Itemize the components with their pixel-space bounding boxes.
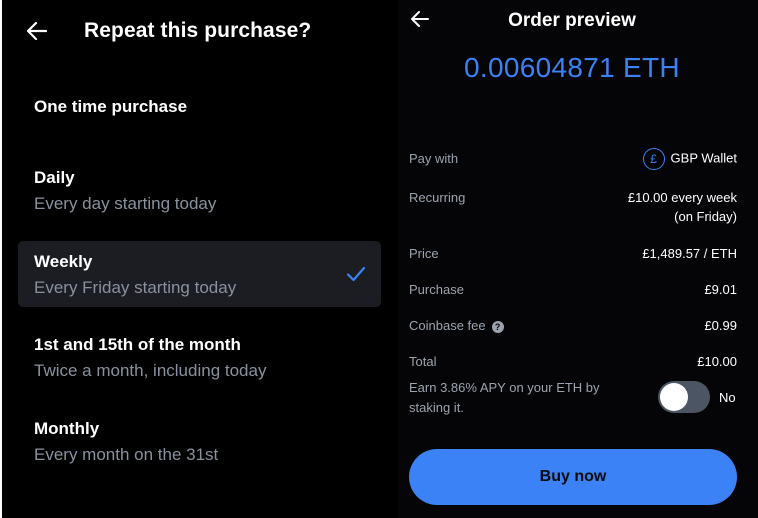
fee-label-text: Coinbase fee <box>409 318 486 333</box>
recurring-day: (on Friday) <box>674 209 737 224</box>
pound-wallet-icon: £ <box>642 148 665 170</box>
coinbase-fee-value: £0.99 <box>704 318 737 333</box>
price-value: £1,489.57 / ETH <box>642 246 737 261</box>
option-one-time[interactable]: One time purchase <box>18 74 381 140</box>
purchase-value: £9.01 <box>704 282 737 297</box>
page-title: Order preview <box>508 10 636 31</box>
option-monthly[interactable]: Monthly Every month on the 31st <box>18 408 381 474</box>
toggle-knob <box>660 383 688 411</box>
staking-text: Earn 3.86% APY on your ETH by staking it… <box>409 380 600 415</box>
staking-toggle[interactable] <box>658 381 710 413</box>
purchase-label: Purchase <box>409 282 464 297</box>
back-button[interactable] <box>24 18 50 44</box>
crypto-amount: 0.00604871 ETH <box>464 52 680 83</box>
total-label: Total <box>409 354 437 369</box>
recurring-amount: £10.00 every week <box>627 190 737 205</box>
option-title: Weekly <box>34 252 93 271</box>
order-preview-panel: Order preview 0.00604871 ETH Pay with £ G… <box>398 0 758 518</box>
total-value: £10.00 <box>697 354 737 369</box>
buy-now-button[interactable]: Buy now <box>409 449 737 505</box>
recurring-label: Recurring <box>409 190 466 205</box>
pay-with-value[interactable]: £ GBP Wallet <box>642 148 737 170</box>
price-label: Price <box>409 246 439 261</box>
option-weekly[interactable]: Weekly Every Friday starting today <box>18 241 381 307</box>
wallet-name: GBP Wallet <box>670 150 737 166</box>
option-1st-and-15th[interactable]: 1st and 15th of the month Twice a month,… <box>18 324 381 390</box>
recurring-value: £10.00 every week (on Friday) <box>628 188 737 226</box>
staking-toggle-label: No <box>719 390 736 405</box>
arrow-left-icon <box>27 22 47 40</box>
page-title: Repeat this purchase? <box>84 19 312 42</box>
frequency-panel: Repeat this purchase? One time purchase … <box>2 0 398 518</box>
coinbase-fee-label: Coinbase fee? <box>409 318 504 333</box>
option-title: 1st and 15th of the month <box>34 335 241 354</box>
pay-with-label: Pay with <box>409 151 459 166</box>
option-title: Daily <box>34 168 75 187</box>
option-subtitle: Every Friday starting today <box>34 278 237 297</box>
option-subtitle: Twice a month, including today <box>34 361 267 380</box>
option-title: Monthly <box>34 419 100 438</box>
help-icon[interactable]: ? <box>491 320 504 333</box>
option-daily[interactable]: Daily Every day starting today <box>18 157 381 223</box>
option-subtitle: Every day starting today <box>34 194 217 213</box>
checkmark-icon <box>346 266 366 282</box>
option-subtitle: Every month on the 31st <box>34 445 219 464</box>
option-title: One time purchase <box>34 97 188 116</box>
